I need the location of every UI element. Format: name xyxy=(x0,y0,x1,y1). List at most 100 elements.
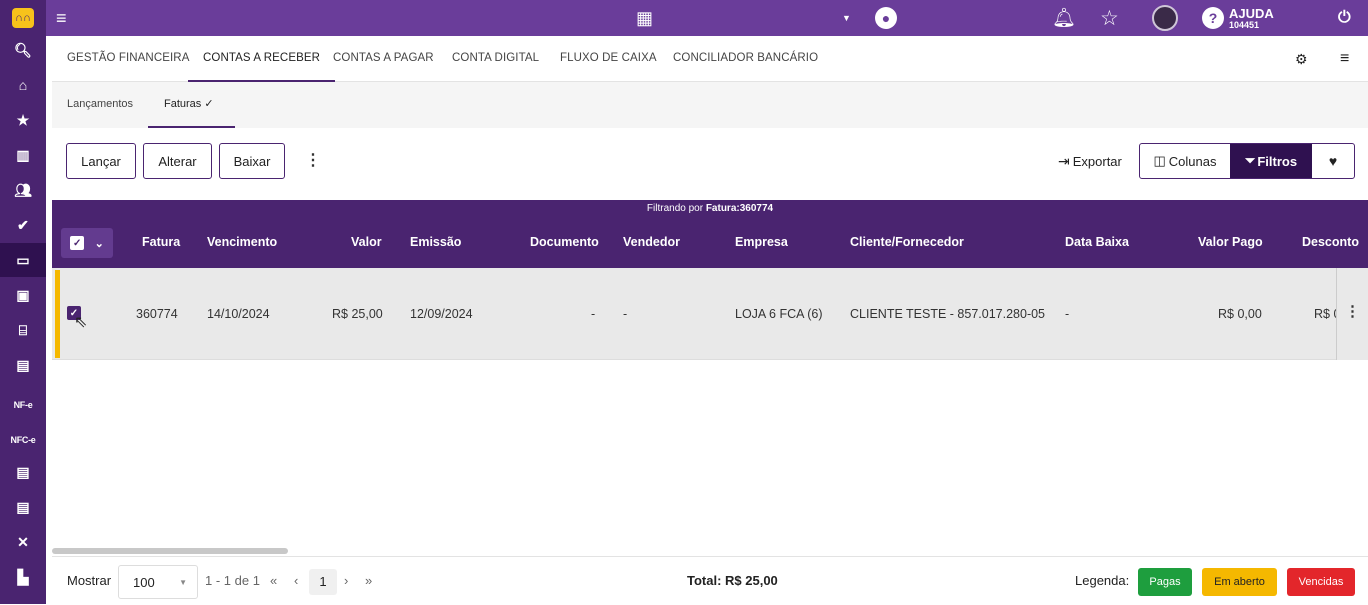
nfe-item-label: NF-e xyxy=(13,400,33,410)
user-account-button[interactable]: ● xyxy=(875,0,897,36)
col-vencimento[interactable]: Vencimento xyxy=(207,217,277,268)
mouse-cursor-icon: ⇖ xyxy=(74,314,88,331)
table-row[interactable]: ✓ ⇖ 360774 14/10/2024 R$ 25,00 12/09/202… xyxy=(52,268,1368,360)
view-controls: ◫ Colunas ⏷ Filtros ♥ xyxy=(1139,143,1355,179)
sidebar-item-nfce[interactable]: NFC-e xyxy=(0,423,46,457)
lancar-button[interactable]: Lançar xyxy=(66,143,136,179)
users-icon: 👥︎ xyxy=(14,182,32,198)
legend-vencidas: Vencidas xyxy=(1287,568,1355,596)
baixar-button[interactable]: Baixar xyxy=(219,143,285,179)
caret-down-icon[interactable]: ▼ xyxy=(842,0,851,36)
cell-valor-pago: R$ 0,00 xyxy=(1218,307,1262,321)
columns-button[interactable]: ◫ Colunas xyxy=(1140,144,1230,178)
sidebar-item-clipboard-list[interactable]: ▤ xyxy=(0,490,46,524)
sidebar-item-box[interactable]: ▣ xyxy=(0,278,46,312)
cell-vendedor: - xyxy=(623,307,628,321)
alterar-button[interactable]: Alterar xyxy=(143,143,212,179)
col-empresa[interactable]: Empresa xyxy=(735,217,788,268)
filters-button[interactable]: ⏷ Filtros xyxy=(1230,144,1312,178)
filters-label: Filtros xyxy=(1257,153,1298,169)
sidebar-item-home[interactable]: ⌂ xyxy=(0,68,46,102)
hamburger-menu-icon[interactable]: ≡ xyxy=(56,0,67,36)
menu-icon[interactable]: ≡ xyxy=(1340,36,1349,82)
gear-icon[interactable]: ⚙ xyxy=(1295,36,1308,82)
table-header: ✓ ⌄ Fatura Vencimento Valor Emissão Docu… xyxy=(52,217,1368,268)
select-all-control[interactable]: ✓ ⌄ xyxy=(61,228,113,258)
col-valor-pago[interactable]: Valor Pago xyxy=(1198,217,1263,268)
question-circle-icon: ? xyxy=(1202,7,1224,29)
cell-empresa: LOJA 6 FCA (6) xyxy=(735,307,823,321)
chevron-down-icon[interactable]: ⌄ xyxy=(95,237,104,250)
sidebar-item-close[interactable]: ✕ xyxy=(0,525,46,559)
help-label: AJUDA xyxy=(1229,5,1274,21)
sidebar-item-users[interactable]: 👥︎ xyxy=(0,173,46,207)
sidebar-item-search[interactable]: 🔍︎ xyxy=(0,33,46,67)
caret-down-icon: ▼ xyxy=(179,578,187,587)
tab-faturas[interactable]: Faturas ✓ xyxy=(148,82,235,128)
app-logo[interactable]: ∩∩ xyxy=(0,0,46,36)
cell-data-baixa: - xyxy=(1065,307,1070,321)
col-valor[interactable]: Valor xyxy=(351,217,382,268)
status-indicator xyxy=(55,270,60,358)
col-documento[interactable]: Documento xyxy=(530,217,599,268)
primary-tabs: GESTÃO FINANCEIRA CONTAS A RECEBER CONTA… xyxy=(52,36,1368,82)
cell-vencimento: 14/10/2024 xyxy=(207,307,270,321)
col-cliente-fornecedor[interactable]: Cliente/Fornecedor xyxy=(850,217,964,268)
filter-icon: ⏷ xyxy=(1244,153,1256,168)
cell-valor: R$ 25,00 xyxy=(332,307,383,321)
total-amount: Total: R$ 25,00 xyxy=(687,573,778,588)
current-page[interactable]: 1 xyxy=(309,569,337,595)
tab-conciliador-bancario[interactable]: CONCILIADOR BANCÁRIO xyxy=(673,36,818,82)
col-vendedor[interactable]: Vendedor xyxy=(623,217,680,268)
favorites-star-icon[interactable]: ☆ xyxy=(1100,0,1119,36)
tab-lancamentos[interactable]: Lançamentos xyxy=(67,82,133,128)
last-page-icon[interactable]: » xyxy=(365,557,372,605)
building-icon[interactable]: ▦ xyxy=(636,0,653,36)
next-page-icon[interactable]: › xyxy=(344,557,348,605)
export-button[interactable]: ⇥ Exportar xyxy=(1058,143,1122,179)
first-page-icon[interactable]: « xyxy=(270,557,277,605)
sidebar-item-bank[interactable]: ⌸ xyxy=(0,313,46,347)
row-actions-icon[interactable]: ⋮ xyxy=(1336,268,1368,360)
clipboard-check-icon: ✔ xyxy=(17,217,29,233)
sidebar-item-building[interactable]: ▥ xyxy=(0,138,46,172)
cell-emissao: 12/09/2024 xyxy=(410,307,473,321)
notifications-bell-icon[interactable]: 🔔︎ xyxy=(1052,0,1076,36)
sidebar-item-document[interactable]: ▤ xyxy=(0,348,46,382)
box-icon: ▣ xyxy=(16,287,30,303)
document-icon: ▤ xyxy=(16,357,30,373)
avatar[interactable] xyxy=(1152,0,1178,36)
pagination-range: 1 - 1 de 1 xyxy=(205,573,260,588)
tab-conta-digital[interactable]: CONTA DIGITAL xyxy=(452,36,539,82)
favorite-heart-icon[interactable]: ♥ xyxy=(1312,144,1354,178)
sidebar-item-chart[interactable]: ▙ xyxy=(0,560,46,594)
help-button[interactable]: ? AJUDA 104451 xyxy=(1202,0,1274,36)
columns-icon: ◫ xyxy=(1153,153,1166,168)
user-circle-icon: ● xyxy=(875,7,897,29)
sidebar-item-star[interactable]: ★ xyxy=(0,103,46,137)
col-fatura[interactable]: Fatura xyxy=(142,217,180,268)
power-icon[interactable]: ⏻ xyxy=(1338,0,1351,36)
col-emissao[interactable]: Emissão xyxy=(410,217,461,268)
sidebar: ∩∩ 🔍︎ ⌂ ★ ▥ 👥︎ ✔ ▭ ▣ ⌸ ▤ NF-e NFC-e ▤ ▤ ✕ ▙ xyxy=(0,0,46,604)
legend-em-aberto: Em aberto xyxy=(1202,568,1277,596)
select-all-checkbox[interactable]: ✓ xyxy=(70,236,85,250)
tab-contas-a-pagar[interactable]: CONTAS A PAGAR xyxy=(333,36,434,82)
chart-icon: ▙ xyxy=(17,569,29,585)
filter-prefix: Filtrando por xyxy=(646,203,704,214)
close-icon: ✕ xyxy=(17,534,29,550)
prev-page-icon[interactable]: ‹ xyxy=(294,557,298,605)
sidebar-item-clipboard[interactable]: ▤ xyxy=(0,455,46,489)
per-page-select[interactable]: 100 ▼ xyxy=(118,565,198,599)
sidebar-item-nfe[interactable]: NF-e xyxy=(0,388,46,422)
col-desconto[interactable]: Desconto xyxy=(1302,217,1359,268)
horizontal-scrollbar[interactable] xyxy=(52,548,288,554)
tab-fluxo-de-caixa[interactable]: FLUXO DE CAIXA xyxy=(560,36,657,82)
col-data-baixa[interactable]: Data Baixa xyxy=(1065,217,1129,268)
tab-gestao-financeira[interactable]: GESTÃO FINANCEIRA xyxy=(67,36,189,82)
sidebar-item-clipboard-check[interactable]: ✔ xyxy=(0,208,46,242)
top-bar: ≡ ▦ ▼ ● 🔔︎ ☆ ? AJUDA 104451 ⏻ xyxy=(46,0,1368,36)
sidebar-item-money[interactable]: ▭ xyxy=(0,243,46,277)
tab-contas-a-receber[interactable]: CONTAS A RECEBER xyxy=(188,36,336,82)
more-actions-icon[interactable]: ⋮ xyxy=(305,150,321,170)
